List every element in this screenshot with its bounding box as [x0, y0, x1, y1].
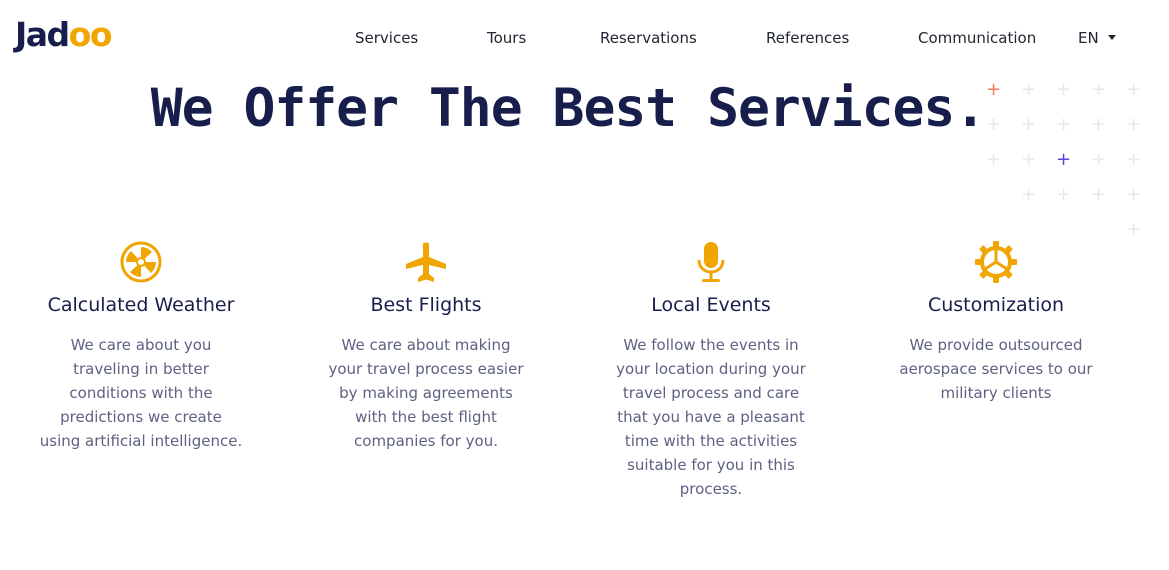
desc-line: suitable for you in this	[627, 456, 795, 474]
service-description: We care about you traveling in better co…	[36, 333, 246, 453]
gear-icon	[975, 241, 1017, 283]
desc-line: your location during your	[616, 360, 806, 378]
desc-line: that you have a pleasant	[617, 408, 805, 426]
language-label: EN	[1078, 29, 1099, 47]
nav-communication[interactable]: Communication	[918, 29, 1036, 47]
desc-line: your travel process easier	[328, 360, 524, 378]
service-title: Local Events	[651, 294, 771, 316]
service-title: Calculated Weather	[47, 294, 235, 316]
airplane-icon	[406, 242, 446, 282]
service-title: Best Flights	[370, 294, 482, 316]
desc-line: time with the activities	[624, 432, 798, 450]
service-card-weather: Calculated Weather We care about you tra…	[16, 240, 266, 453]
service-card-events: Local Events We follow the events in you…	[586, 240, 836, 501]
plus-icon: +	[1091, 149, 1107, 170]
service-description: We care about making your travel process…	[321, 333, 531, 453]
nav-reservations[interactable]: Reservations	[600, 29, 697, 47]
desc-line: predictions we create	[60, 408, 222, 426]
desc-line: military clients	[940, 384, 1052, 402]
plus-icon: +	[1126, 184, 1142, 205]
service-card-customization: Customization We provide outsourced aero…	[871, 240, 1121, 405]
plus-icon: +	[1126, 149, 1142, 170]
plus-icon: +	[1091, 184, 1107, 205]
plus-icon: +	[1056, 149, 1072, 170]
microphone-icon	[697, 242, 725, 282]
weather-icon	[120, 241, 162, 283]
desc-line: We provide outsourced	[909, 336, 1083, 354]
nav-references[interactable]: References	[766, 29, 849, 47]
desc-line: process.	[679, 480, 743, 498]
plus-icon: +	[986, 149, 1002, 170]
desc-line: conditions with the	[69, 384, 213, 402]
desc-line: travel process and care	[622, 384, 800, 402]
plus-icon: +	[1126, 219, 1142, 240]
service-title: Customization	[927, 294, 1065, 316]
language-dropdown[interactable]: EN	[1078, 29, 1116, 47]
desc-line: We follow the events in	[623, 336, 799, 354]
desc-line: We care about you	[70, 336, 212, 354]
desc-line: using artificial intelligence.	[39, 432, 243, 450]
plus-icon: +	[1021, 149, 1037, 170]
section-title: We Offer The Best Services.	[150, 78, 987, 139]
service-description: We follow the events in your location du…	[606, 333, 816, 501]
desc-line: traveling in better	[73, 360, 209, 378]
jadoo-logo[interactable]: Jadoo	[15, 15, 113, 54]
plus-icon: +	[1056, 184, 1072, 205]
caret-down-icon	[1107, 35, 1116, 40]
desc-line: with the best flight	[355, 408, 497, 426]
logo-text: Jad	[15, 15, 70, 54]
desc-line: aerospace services to our	[899, 360, 1093, 378]
logo-accent-text: oo	[68, 15, 113, 54]
desc-line: by making agreements	[339, 384, 513, 402]
service-card-flights: Best Flights We care about making your t…	[301, 240, 551, 453]
desc-line: We care about making	[341, 336, 511, 354]
nav-tours[interactable]: Tours	[487, 29, 526, 47]
desc-line: companies for you.	[354, 432, 498, 450]
plus-icon: +	[1021, 184, 1037, 205]
nav-services[interactable]: Services	[355, 29, 418, 47]
services-page: Jadoo Services Tours Reservations Refere…	[0, 0, 1169, 570]
service-description: We provide outsourced aerospace services…	[891, 333, 1101, 405]
